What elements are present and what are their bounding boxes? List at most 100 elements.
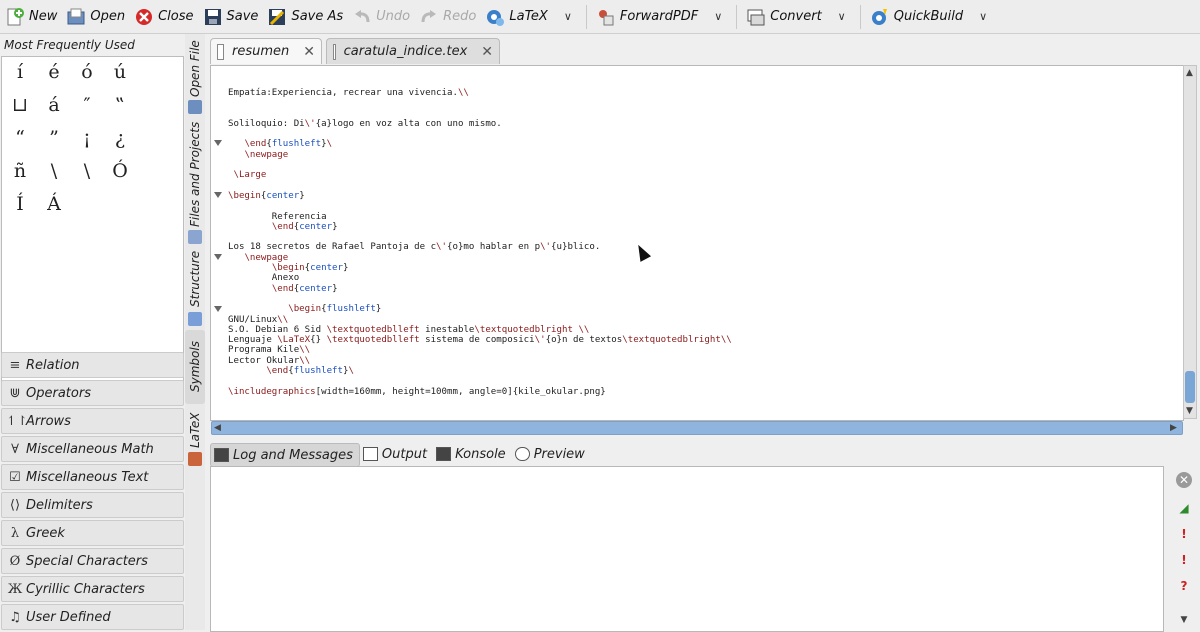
symbol-item[interactable]: \ bbox=[72, 156, 102, 186]
tab-open-file[interactable]: Open File bbox=[185, 38, 205, 100]
save-button[interactable]: Save bbox=[198, 3, 263, 31]
symbol-item[interactable]: ¡ bbox=[72, 123, 102, 153]
close-tab-icon[interactable]: ✕ bbox=[303, 44, 315, 60]
chevron-down-icon[interactable]: ▼ bbox=[1176, 612, 1192, 628]
chevron-down-icon[interactable]: ∨ bbox=[838, 10, 846, 23]
code-line[interactable] bbox=[228, 181, 732, 191]
category-delimiters[interactable]: ⟨⟩ Delimiters bbox=[1, 492, 184, 518]
code-line[interactable]: Los 18 secretos de Rafael Pantoja de c\'… bbox=[228, 242, 732, 252]
code-line[interactable]: Empatía:Experiencia, recrear una vivenci… bbox=[228, 88, 732, 98]
tab-structure[interactable]: Structure bbox=[185, 248, 205, 310]
code-line[interactable]: \newpage bbox=[228, 150, 732, 160]
convert-button[interactable]: Convert ∨ bbox=[741, 3, 855, 31]
symbol-item[interactable]: ¿ bbox=[105, 123, 135, 153]
code-line[interactable]: \includegraphics[width=160mm, height=100… bbox=[228, 387, 732, 397]
code-line[interactable] bbox=[228, 160, 732, 170]
tab-konsole[interactable]: Konsole bbox=[433, 443, 512, 465]
symbol-item[interactable]: é bbox=[39, 57, 69, 87]
code-line[interactable]: Referencia bbox=[228, 212, 732, 222]
tab-caratula-indice[interactable]: caratula_indice.tex ✕ bbox=[326, 38, 500, 64]
next-error-icon[interactable]: ! bbox=[1176, 552, 1192, 568]
code-line[interactable] bbox=[228, 294, 732, 304]
undo-button[interactable]: Undo bbox=[347, 3, 414, 31]
symbol-item[interactable]: ó bbox=[72, 57, 102, 87]
tab-symbols[interactable]: Symbols bbox=[185, 330, 205, 404]
scroll-left-icon[interactable]: ◀ bbox=[214, 422, 221, 434]
chevron-down-icon[interactable]: ∨ bbox=[714, 10, 722, 23]
code-line[interactable] bbox=[228, 232, 732, 242]
tab-files-and-projects[interactable]: Files and Projects bbox=[185, 118, 205, 230]
fold-marker-icon[interactable] bbox=[214, 306, 222, 312]
open-button[interactable]: Open bbox=[61, 3, 129, 31]
previous-error-icon[interactable]: ! bbox=[1176, 526, 1192, 542]
category-relation[interactable]: ≡ Relation bbox=[1, 352, 184, 378]
tab-output[interactable]: Output bbox=[360, 443, 433, 465]
forwardpdf-button[interactable]: ForwardPDF ∨ bbox=[591, 3, 732, 31]
quickbuild-button[interactable]: QuickBuild ∨ bbox=[865, 3, 997, 31]
scroll-right-icon[interactable]: ▶ bbox=[1170, 422, 1177, 434]
redo-button[interactable]: Redo bbox=[414, 3, 480, 31]
code-line[interactable]: Lector Okular\\ bbox=[228, 356, 732, 366]
code-line[interactable]: GNU/Linux\\ bbox=[228, 315, 732, 325]
category-user-defined[interactable]: ♫ User Defined bbox=[1, 604, 184, 630]
code-line[interactable]: Lenguaje \LaTeX{} \textquotedblleft sist… bbox=[228, 335, 732, 345]
code-line[interactable] bbox=[228, 129, 732, 139]
tab-latex[interactable]: LaTeX bbox=[185, 410, 205, 450]
symbol-item[interactable]: ‟ bbox=[105, 90, 135, 120]
fold-marker-icon[interactable] bbox=[214, 192, 222, 198]
code-line[interactable]: \end{flushleft}\ bbox=[228, 366, 732, 376]
symbol-item[interactable]: Ó bbox=[105, 156, 135, 186]
category-arrows[interactable]: ↿↾ Arrows bbox=[1, 408, 184, 434]
code-editor[interactable]: Empatía:Experiencia, recrear una vivenci… bbox=[210, 65, 1184, 421]
fold-marker-icon[interactable] bbox=[214, 140, 222, 146]
editor-vertical-scrollbar[interactable]: ▲ ▼ bbox=[1183, 65, 1197, 419]
code-line[interactable]: \begin{center} bbox=[228, 191, 732, 201]
latex-build-button[interactable]: LaTeX ∨ bbox=[480, 3, 582, 31]
symbol-item[interactable]: \ bbox=[39, 156, 69, 186]
scroll-up-icon[interactable]: ▲ bbox=[1186, 67, 1193, 79]
build-log-icon[interactable]: ◢ bbox=[1176, 500, 1192, 516]
code-line[interactable]: Soliloquio: Di\'{a}logo en voz alta con … bbox=[228, 119, 732, 129]
scroll-down-icon[interactable]: ▼ bbox=[1186, 405, 1193, 417]
code-text[interactable]: Empatía:Experiencia, recrear una vivenci… bbox=[228, 88, 732, 397]
category-miscellaneous-math[interactable]: ∀ Miscellaneous Math bbox=[1, 436, 184, 462]
help-icon[interactable]: ? bbox=[1176, 578, 1192, 594]
symbol-item[interactable]: Á bbox=[39, 189, 69, 219]
chevron-down-icon[interactable]: ∨ bbox=[979, 10, 987, 23]
code-line[interactable]: \end{center} bbox=[228, 222, 732, 232]
symbol-item[interactable]: ” bbox=[39, 123, 69, 153]
symbol-item[interactable]: ″ bbox=[72, 90, 102, 120]
fold-marker-icon[interactable] bbox=[214, 254, 222, 260]
clear-log-icon[interactable]: ✕ bbox=[1176, 472, 1192, 488]
tab-preview[interactable]: Preview bbox=[512, 443, 591, 465]
category-greek[interactable]: λ Greek bbox=[1, 520, 184, 546]
code-line[interactable]: \end{center} bbox=[228, 284, 732, 294]
tab-log-and-messages[interactable]: Log and Messages bbox=[210, 443, 360, 467]
symbol-item[interactable]: á bbox=[39, 90, 69, 120]
close-tab-icon[interactable]: ✕ bbox=[481, 44, 493, 60]
code-line[interactable]: \Large bbox=[228, 170, 732, 180]
code-line[interactable]: Programa Kile\\ bbox=[228, 345, 732, 355]
code-line[interactable]: \begin{flushleft} bbox=[228, 304, 732, 314]
tab-resumen[interactable]: resumen ✕ bbox=[210, 38, 322, 64]
symbol-item[interactable]: Í bbox=[5, 189, 35, 219]
editor-horizontal-scrollbar[interactable]: ◀ ▶ bbox=[211, 421, 1183, 435]
category-special-characters[interactable]: Ø Special Characters bbox=[1, 548, 184, 574]
symbol-item[interactable]: ú bbox=[105, 57, 135, 87]
symbol-item[interactable]: “ bbox=[5, 123, 35, 153]
code-line[interactable]: S.O. Debian 6 Sid \textquotedblleft ines… bbox=[228, 325, 732, 335]
code-line[interactable] bbox=[228, 376, 732, 386]
scrollbar-thumb[interactable] bbox=[1185, 371, 1195, 403]
code-line[interactable] bbox=[228, 109, 732, 119]
new-button[interactable]: New bbox=[0, 3, 61, 31]
symbol-item[interactable]: ⊔ bbox=[5, 90, 35, 120]
code-line[interactable] bbox=[228, 201, 732, 211]
category-miscellaneous-text[interactable]: ☑ Miscellaneous Text bbox=[1, 464, 184, 490]
category-operators[interactable]: ⋓ Operators bbox=[1, 380, 184, 406]
code-line[interactable]: \newpage bbox=[228, 253, 732, 263]
code-line[interactable]: \begin{center} bbox=[228, 263, 732, 273]
symbol-item[interactable]: ñ bbox=[5, 156, 35, 186]
log-messages-area[interactable] bbox=[210, 466, 1164, 632]
symbol-item[interactable]: í bbox=[5, 57, 35, 87]
category-cyrillic-characters[interactable]: Ж Cyrillic Characters bbox=[1, 576, 184, 602]
